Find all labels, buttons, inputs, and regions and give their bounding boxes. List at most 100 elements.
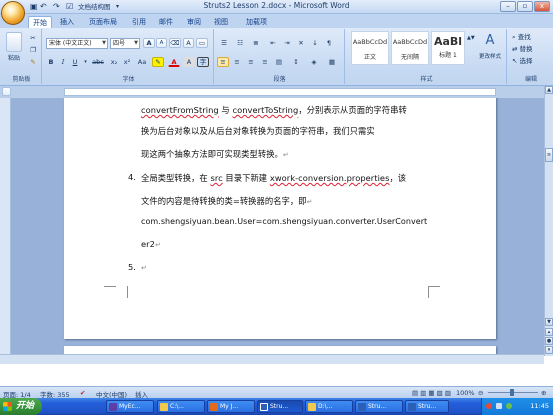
copy-icon[interactable]: ❐ [28,45,38,55]
horizontal-scrollbar[interactable] [0,354,544,364]
highlight-icon[interactable]: ✎ [152,57,164,67]
office-button[interactable] [1,1,25,25]
change-styles-icon[interactable]: A [477,32,503,50]
font-color-icon[interactable]: A [168,57,180,67]
superscript-button[interactable]: x² [121,57,133,67]
cut-icon[interactable]: ✂ [28,33,38,43]
maximize-button[interactable]: ▫ [517,1,533,12]
folder-icon [160,403,168,411]
multilevel-icon[interactable]: ≣ [249,38,263,48]
subscript-button[interactable]: x₂ [108,57,120,67]
paragraph-group-label: 段落 [273,76,286,83]
doc-line-5: 文件的内容是待转换的类=转换器的名字，即↵ [141,195,313,207]
styles-scroll-icon[interactable]: ▲▼ [466,32,475,64]
network-icon[interactable] [496,403,502,409]
taskbar-item-struts-a[interactable]: Stru... [355,400,403,413]
chinese-layout-icon[interactable]: ✕ [295,38,307,48]
zoom-out-icon[interactable]: ⊖ [478,389,483,397]
tab-selector-icon[interactable] [2,87,11,96]
select-button[interactable]: ↖ 选择 [511,56,551,66]
borders-icon[interactable]: ▦ [325,57,339,67]
proofing-icon[interactable]: ✔ [80,389,85,397]
tab-view[interactable]: 视图 [210,16,232,28]
doc-text: ，该 [389,173,407,183]
shading-icon[interactable]: ◈ [307,57,321,67]
decrease-indent-icon[interactable]: ⇤ [267,38,279,48]
paste-button[interactable]: 粘贴 [4,54,24,64]
minimize-button[interactable]: – [500,1,516,12]
scroll-thumb[interactable]: ≡ [545,148,553,162]
font-size-combo[interactable]: 四号 ▼ [110,38,140,49]
increase-indent-icon[interactable]: ⇥ [281,38,293,48]
taskbar-item-drive[interactable]: D:\... [305,400,353,413]
document-page[interactable]: convertFromString 与 convertToString，分别表示… [64,98,496,339]
replace-button[interactable]: ⇄ 替换 [511,44,551,54]
style-heading1[interactable]: AaBl 标题 1 [431,31,465,65]
char-border-icon[interactable]: ▭ [196,38,208,48]
phonetic-guide-button[interactable]: A [183,38,194,48]
tray-app-icon[interactable] [486,403,492,409]
clock[interactable]: 11:45 [530,402,549,410]
scroll-up-icon[interactable]: ▲ [545,86,553,94]
change-case-button[interactable]: Aa [135,57,149,67]
taskbar-item-folder[interactable]: C:\... [157,400,205,413]
show-marks-icon[interactable]: ¶ [323,38,335,48]
style-normal[interactable]: AaBbCcDd 正文 [351,31,389,65]
tab-addins[interactable]: 加载项 [242,16,271,28]
justify-icon[interactable]: ≡ [259,57,271,67]
browse-object-icon[interactable]: ● [545,337,553,345]
font-name-value: 宋体 (中文正文) [49,40,92,47]
vertical-ruler[interactable] [0,98,11,354]
align-right-icon[interactable]: ≡ [245,57,257,67]
tab-insert[interactable]: 插入 [56,16,78,28]
italic-button[interactable]: I [58,57,68,67]
font-name-combo[interactable]: 宋体 (中文正文) ▼ [46,38,108,49]
view-buttons-icon[interactable]: ▤ ▥ ▦ ▧ ▨ [412,389,451,397]
taskbar-item-myj[interactable]: My J... [207,400,255,413]
windows-logo-icon [3,402,12,411]
bold-button[interactable]: B [46,57,56,67]
clear-format-icon[interactable]: ⌫ [169,38,181,48]
horizontal-ruler[interactable] [64,88,496,96]
tab-home[interactable]: 开始 [28,16,52,28]
line-spacing-icon[interactable]: ↕ [289,57,303,67]
change-styles-button[interactable]: 更改样式 [474,52,506,62]
char-shading-icon[interactable]: A [183,57,195,67]
numbering-icon[interactable]: ☷ [233,38,247,48]
enclose-char-icon[interactable]: 字 [197,57,209,67]
align-left-icon[interactable]: ≡ [217,57,229,67]
vertical-scrollbar[interactable]: ▲ ≡ ▼ ▴ ● ▾ [544,86,553,356]
zoom-in-icon[interactable]: ⊕ [541,389,546,397]
paragraph-group: ☰ ☷ ≣ ⇤ ⇥ ✕ ↓ ¶ ≡ ≡ ≡ ≡ ▤ ↕ ◈ ▦ 段落 [215,29,345,84]
taskbar-item-myeclipse[interactable]: MyEc... [106,400,154,413]
tab-mailings[interactable]: 邮件 [155,16,177,28]
bullets-icon[interactable]: ☰ [217,38,231,48]
strikethrough-button[interactable]: abc [90,57,106,67]
taskbar-item-struts-b[interactable]: Stru... [405,400,449,413]
taskbar-item-word-active[interactable]: Stru... [257,400,303,413]
prev-page-icon[interactable]: ▴ [545,328,553,336]
paste-icon[interactable] [6,32,22,52]
format-painter-icon[interactable]: ✎ [28,57,38,67]
tab-references[interactable]: 引用 [128,16,150,28]
status-zoom[interactable]: 100% [456,389,475,397]
scroll-down-icon[interactable]: ▼ [545,318,553,326]
sort-icon[interactable]: ↓ [309,38,321,48]
zoom-slider-thumb[interactable] [510,389,514,396]
document-workspace: convertFromString 与 convertToString，分别表示… [0,98,544,354]
find-button[interactable]: ⌕ 查找 [511,32,551,42]
tab-review[interactable]: 审阅 [183,16,205,28]
underline-dropdown-icon[interactable]: ▾ [82,57,89,67]
next-page-icon[interactable]: ▾ [545,346,553,354]
align-center-icon[interactable]: ≡ [231,57,243,67]
grow-font-button[interactable]: A [143,38,155,48]
tab-page-layout[interactable]: 页面布局 [85,16,121,28]
document-page-2[interactable] [64,346,496,354]
shrink-font-button[interactable]: A [156,38,167,48]
clipboard-group-label: 剪贴板 [12,76,31,83]
close-button[interactable]: x [534,1,550,12]
volume-icon[interactable] [506,403,512,409]
underline-button[interactable]: U [70,57,80,67]
distributed-icon[interactable]: ▤ [273,57,285,67]
style-no-spacing[interactable]: AaBbCcDd 无间隔 [391,31,429,65]
